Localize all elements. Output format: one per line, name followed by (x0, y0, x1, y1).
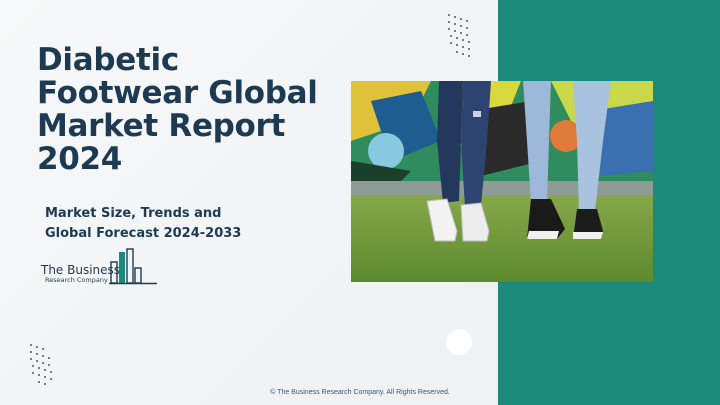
legs-sneakers-photo (351, 81, 653, 282)
decorative-circle (446, 329, 472, 355)
report-subtitle: Market Size, Trends and Global Forecast … (45, 206, 242, 241)
logo-bars-icon (109, 248, 157, 285)
dot-pattern-top (448, 14, 470, 57)
copyright-footer: © The Business Research Company. All Rig… (0, 389, 720, 396)
dot-pattern-bottom (30, 344, 52, 385)
logo-text-line2: Research Company (45, 276, 108, 284)
copyright-text: © The Business Research Company. All Rig… (270, 389, 450, 396)
report-title: Diabetic Footwear Global Market Report 2… (37, 42, 318, 177)
company-logo: The Business Research Company (41, 248, 161, 288)
